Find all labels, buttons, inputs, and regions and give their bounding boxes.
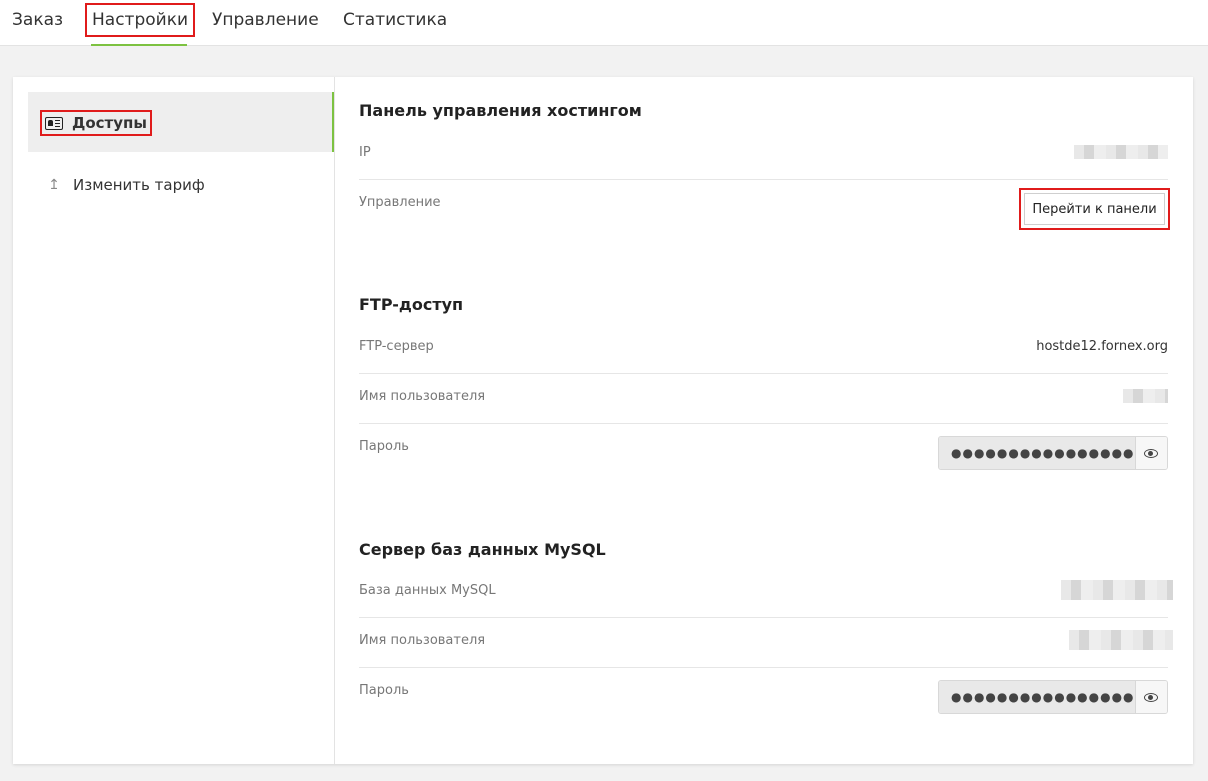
go-to-panel-button-label: Перейти к панели — [1024, 193, 1165, 225]
tab-statistics-label: Статистика — [343, 10, 448, 30]
mysql-db-value-redacted — [1061, 580, 1173, 600]
eye-icon — [1144, 448, 1159, 458]
id-card-icon — [45, 116, 63, 130]
manage-label: Управление — [359, 195, 441, 210]
section-title-hosting: Панель управления хостингом — [359, 101, 642, 120]
sidebar-item-access[interactable]: Доступы — [28, 92, 334, 152]
tab-settings[interactable]: Настройки — [85, 0, 196, 46]
mysql-user-value-redacted — [1069, 630, 1173, 650]
tab-order-label: Заказ — [12, 10, 64, 30]
ftp-password-mask: ●●●●●●●●●●●●●●●● — [939, 437, 1135, 469]
ip-label: IP — [359, 145, 371, 160]
tab-management-label: Управление — [212, 10, 319, 30]
section-title-ftp: FTP-доступ — [359, 295, 464, 314]
mysql-password-label: Пароль — [359, 683, 409, 698]
content-panel: Панель управления хостингом IP Управлени… — [336, 77, 1193, 764]
sidebar: Доступы ↥ Изменить тариф — [13, 77, 335, 764]
tab-settings-label: Настройки — [85, 3, 196, 37]
ftp-password-toggle[interactable] — [1134, 437, 1167, 469]
tab-management[interactable]: Управление — [212, 0, 319, 46]
divider — [359, 179, 1168, 180]
section-title-mysql: Сервер баз данных MySQL — [359, 540, 606, 559]
mysql-password-toggle[interactable] — [1134, 681, 1167, 713]
mysql-password-field[interactable]: ●●●●●●●●●●●●●●●● — [938, 680, 1168, 714]
ftp-server-value: hostde12.fornex.org — [1036, 339, 1168, 354]
ftp-user-value-redacted — [1123, 389, 1168, 403]
tab-order[interactable]: Заказ — [12, 0, 63, 46]
settings-card: Доступы ↥ Изменить тариф Панель управлен… — [13, 77, 1193, 764]
ftp-server-label: FTP-сервер — [359, 339, 434, 354]
tab-statistics[interactable]: Статистика — [343, 0, 447, 46]
go-to-panel-button[interactable]: Перейти к панели — [1019, 188, 1170, 230]
sidebar-item-access-highlight: Доступы — [40, 110, 152, 136]
ftp-password-field[interactable]: ●●●●●●●●●●●●●●●● — [938, 436, 1168, 470]
mysql-password-mask: ●●●●●●●●●●●●●●●● — [939, 681, 1135, 713]
sidebar-item-label: Изменить тариф — [73, 176, 205, 194]
ip-value-redacted — [1074, 145, 1168, 159]
ftp-password-label: Пароль — [359, 439, 409, 454]
divider — [359, 667, 1168, 668]
top-nav: Заказ Настройки Управление Статистика — [0, 0, 1208, 46]
eye-icon — [1144, 692, 1159, 702]
sidebar-item-label: Доступы — [72, 114, 147, 132]
mysql-user-label: Имя пользователя — [359, 633, 486, 648]
divider — [359, 373, 1168, 374]
divider — [359, 617, 1168, 618]
divider — [359, 423, 1168, 424]
sidebar-item-change-plan[interactable]: ↥ Изменить тариф — [28, 155, 334, 215]
arrow-up-icon: ↥ — [48, 177, 60, 193]
ftp-user-label: Имя пользователя — [359, 389, 486, 404]
mysql-db-label: База данных MySQL — [359, 583, 496, 598]
